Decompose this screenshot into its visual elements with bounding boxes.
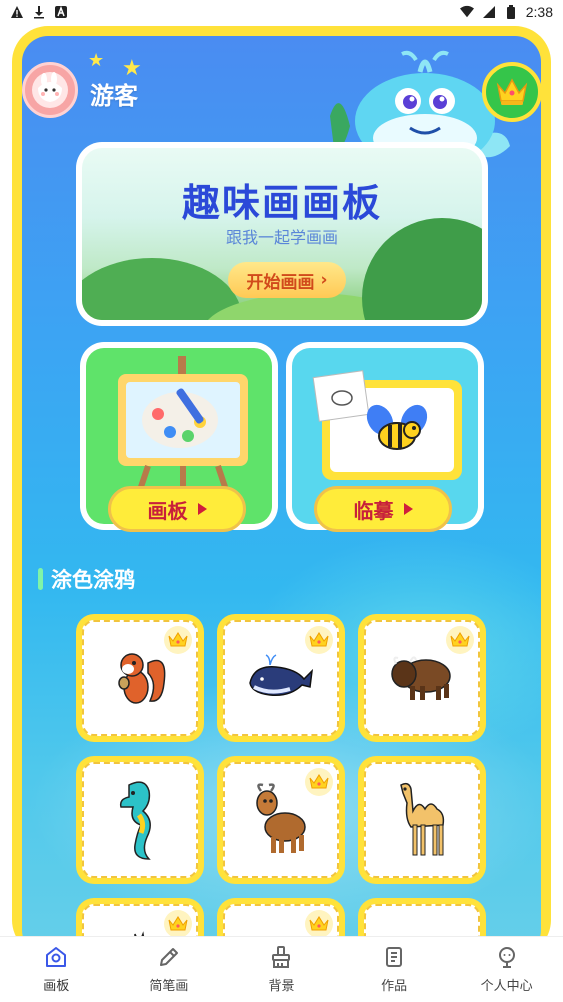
squirrel-icon bbox=[118, 653, 166, 704]
drawing-board-label: 画板 bbox=[147, 498, 188, 523]
premium-crown-icon bbox=[164, 626, 192, 654]
play-arrow-icon bbox=[197, 503, 207, 515]
status-time: 2:38 bbox=[525, 4, 553, 20]
pencil-icon bbox=[159, 948, 178, 966]
coloring-tile-pig[interactable] bbox=[358, 898, 486, 936]
nav-item-drawing-board[interactable]: 画板 bbox=[0, 937, 113, 1002]
seahorse-icon bbox=[119, 781, 151, 860]
vip-crown-button[interactable] bbox=[482, 62, 542, 122]
username[interactable]: 游客 bbox=[90, 76, 138, 111]
bee-tracing-icon bbox=[312, 370, 462, 480]
profile-icon bbox=[498, 947, 515, 968]
wifi-icon bbox=[459, 5, 474, 19]
rabbit-avatar-icon bbox=[32, 72, 68, 108]
star-icon: ★ bbox=[122, 56, 142, 81]
nav-item-background[interactable]: 背景 bbox=[225, 937, 338, 1002]
bottom-navigation: 画板 简笔画 背景 作品 个人中心 bbox=[0, 936, 563, 1002]
brush-icon bbox=[272, 946, 291, 968]
nav-label: 作品 bbox=[381, 978, 408, 993]
banner-subtitle: 跟我一起学画画 bbox=[225, 228, 338, 247]
nav-label: 画板 bbox=[43, 978, 70, 993]
easel-palette-icon bbox=[118, 356, 248, 496]
premium-crown-icon bbox=[164, 910, 192, 936]
play-arrow-icon bbox=[403, 503, 413, 515]
coloring-tile-whale[interactable] bbox=[217, 614, 345, 742]
nav-item-works[interactable]: 作品 bbox=[338, 937, 451, 1002]
premium-crown-icon bbox=[305, 626, 333, 654]
start-drawing-label: 开始画画 bbox=[246, 272, 315, 293]
signal-icon bbox=[482, 5, 496, 19]
nav-label: 背景 bbox=[268, 978, 295, 993]
app-content: 游客 ★ ★ 趣味画画板 跟我一起学画画 开始画画 › 画板 临摹 涂色涂鸦 bbox=[0, 24, 563, 936]
coloring-tile-goat[interactable] bbox=[217, 756, 345, 884]
document-icon bbox=[386, 947, 403, 967]
coloring-tile-kangaroo[interactable] bbox=[76, 898, 204, 936]
coloring-tile-zebra[interactable] bbox=[217, 898, 345, 936]
feature-card-tracing[interactable]: 临摹 bbox=[286, 342, 484, 532]
coloring-tile-camel[interactable] bbox=[358, 756, 486, 884]
drawing-board-button[interactable]: 画板 bbox=[108, 486, 246, 532]
star-icon: ★ bbox=[88, 50, 105, 71]
coloring-tile-squirrel[interactable] bbox=[76, 614, 204, 742]
premium-crown-icon bbox=[305, 910, 333, 936]
section-header-coloring: 涂色涂鸦 bbox=[38, 564, 135, 594]
warning-icon bbox=[10, 5, 24, 19]
feature-card-drawing-board[interactable]: 画板 bbox=[80, 342, 278, 532]
coloring-tile-seahorse[interactable] bbox=[76, 756, 204, 884]
tracing-button[interactable]: 临摹 bbox=[314, 486, 452, 532]
nav-item-sketch[interactable]: 简笔画 bbox=[113, 937, 226, 1002]
nav-item-profile[interactable]: 个人中心 bbox=[450, 937, 563, 1002]
bison-icon bbox=[391, 656, 451, 700]
camel-icon bbox=[400, 782, 445, 856]
home-icon bbox=[46, 947, 67, 967]
section-title: 涂色涂鸦 bbox=[51, 568, 135, 592]
hero-banner[interactable]: 趣味画画板 跟我一起学画画 开始画画 › bbox=[76, 142, 488, 326]
premium-crown-icon bbox=[446, 626, 474, 654]
coloring-tile-bison[interactable] bbox=[358, 614, 486, 742]
avatar[interactable] bbox=[22, 62, 78, 118]
banner-title: 趣味画画板 bbox=[181, 181, 382, 225]
crown-icon bbox=[496, 78, 528, 105]
premium-crown-icon bbox=[305, 768, 333, 796]
tracing-label: 临摹 bbox=[353, 498, 394, 523]
nav-label: 个人中心 bbox=[480, 978, 533, 993]
chevron-right-icon: › bbox=[320, 270, 328, 290]
status-bar: 2:38 bbox=[0, 0, 563, 24]
app-notification-icon bbox=[54, 5, 68, 19]
download-icon bbox=[32, 5, 46, 19]
start-drawing-button[interactable]: 开始画画 › bbox=[228, 262, 346, 298]
section-accent-bar bbox=[38, 568, 43, 590]
battery-icon bbox=[504, 5, 518, 19]
goat-icon bbox=[256, 783, 306, 853]
nav-label: 简笔画 bbox=[149, 978, 189, 993]
whale-icon bbox=[249, 654, 314, 697]
